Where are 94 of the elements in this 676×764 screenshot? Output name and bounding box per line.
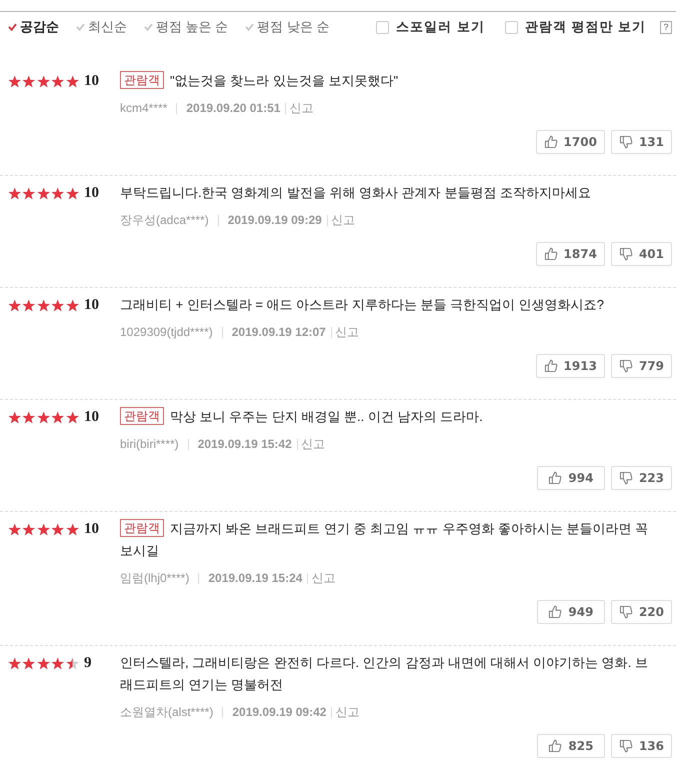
author-name: 임럼(lhj0****) — [120, 570, 190, 586]
author-name: kcm4**** — [120, 101, 168, 115]
star-icon — [51, 74, 65, 88]
star-icon — [22, 298, 36, 312]
score: 10 — [84, 520, 99, 538]
star-icon — [36, 522, 50, 536]
dislike-button[interactable]: 220 — [610, 600, 672, 624]
star-icon — [22, 410, 36, 424]
review-text: 인터스텔라, 그래비티랑은 완전히 다르다. 인간의 감정과 내면에 대해서 이야기하는 영화. 브래드피트의 연기는 명불허전 — [120, 654, 649, 694]
help-button[interactable]: ? — [660, 20, 672, 34]
star-icon — [8, 522, 22, 536]
review-text: 관람객 지금까지 봐온 브래드피트 연기 중 최고임 ㅠㅠ 우주영화 좋아하시는 분들이라면 꼭 보시길 — [120, 518, 650, 560]
check-icon — [245, 23, 254, 31]
star-icon — [22, 656, 36, 670]
review-date: 2019.09.20 01:51 — [186, 101, 280, 115]
sort-option[interactable]: 평점 높은 순 — [144, 18, 228, 36]
author-name: 소원열차(alst****) — [120, 704, 214, 720]
star-icon — [66, 186, 79, 200]
thumbs-down-icon — [618, 247, 633, 261]
score: 9 — [84, 654, 92, 672]
check-icon — [144, 23, 153, 31]
thumbs-down-icon — [618, 739, 633, 753]
star-icon — [22, 522, 36, 536]
review-date: 2019.09.19 15:24 — [208, 571, 302, 585]
star-icon — [51, 522, 65, 536]
review-text: 부탁드립니다.한국 영화계의 발전을 위해 영화사 관계자 분들평점 조작하지마세요 — [120, 184, 591, 202]
check-icon — [8, 23, 17, 31]
star-icon — [66, 656, 79, 670]
checkbox[interactable] — [376, 20, 390, 34]
score: 10 — [84, 72, 99, 90]
star-icon — [36, 410, 50, 424]
dislike-button[interactable]: 223 — [610, 466, 672, 490]
review-date: 2019.09.19 12:07 — [232, 325, 326, 339]
score: 10 — [84, 184, 99, 202]
like-button[interactable]: 1874 — [536, 242, 605, 266]
star-icon — [66, 74, 79, 88]
star-icon — [36, 186, 50, 200]
author-name: biri(biri****) — [120, 437, 179, 451]
thumbs-up-icon — [544, 359, 558, 373]
thumbs-up-icon — [548, 739, 562, 753]
author-name: 1029309(tjdd****) — [120, 325, 213, 339]
author-name: 장우성(adca****) — [120, 212, 209, 228]
star-icon — [66, 298, 79, 312]
thumbs-up-icon — [544, 135, 558, 149]
star-icon — [51, 410, 65, 424]
star-icon — [22, 186, 36, 200]
review-text: 관람객 막상 보니 우주는 단지 배경일 뿐.. 이건 남자의 드라마. — [120, 406, 483, 428]
score: 10 — [84, 296, 99, 314]
star-icon — [51, 656, 65, 670]
check-icon — [76, 23, 85, 31]
thumbs-down-icon — [618, 605, 633, 619]
star-icon — [8, 656, 22, 670]
star-icon — [8, 410, 22, 424]
checkbox[interactable] — [504, 20, 518, 34]
filter-label[interactable]: 스포일러 보기 — [396, 18, 485, 36]
review-text: 그래비티 + 인터스텔라 = 애드 아스트라 지루하다는 분들 극한직업이 인생영화시죠? — [120, 296, 604, 314]
review-text: 관람객 "없는것을 찾느라 있는것을 보지못했다" — [120, 70, 398, 92]
audience-badge: 관람객 — [120, 407, 164, 425]
star-icon — [66, 410, 79, 424]
star-icon — [36, 656, 50, 670]
thumbs-down-icon — [618, 359, 633, 373]
star-icon — [51, 298, 65, 312]
review-date: 2019.09.19 15:42 — [198, 437, 292, 451]
thumbs-down-icon — [618, 135, 633, 149]
star-icon — [8, 74, 22, 88]
star-icon — [66, 522, 79, 536]
review-date: 2019.09.19 09:42 — [232, 705, 326, 719]
thumbs-up-icon — [548, 605, 562, 619]
sort-option[interactable]: 최신순 — [76, 18, 127, 36]
like-button[interactable]: 1913 — [536, 354, 605, 378]
star-icon — [8, 186, 22, 200]
star-icon — [51, 186, 65, 200]
like-button[interactable]: 994 — [536, 466, 605, 490]
like-button[interactable]: 825 — [536, 734, 605, 758]
sort-option[interactable]: 공감순 — [8, 18, 59, 36]
filter-label[interactable]: 관람객 평점만 보기 — [524, 18, 646, 36]
score: 10 — [84, 408, 99, 426]
dislike-button[interactable]: 401 — [610, 242, 672, 266]
star-icon — [36, 74, 50, 88]
like-button[interactable]: 949 — [536, 600, 605, 624]
review-date: 2019.09.19 09:29 — [228, 213, 322, 227]
thumbs-up-icon — [544, 247, 558, 261]
star-icon — [36, 298, 50, 312]
audience-badge: 관람객 — [120, 519, 164, 537]
dislike-button[interactable]: 779 — [610, 354, 672, 378]
thumbs-down-icon — [618, 471, 633, 485]
audience-badge: 관람객 — [120, 71, 164, 89]
like-button[interactable]: 1700 — [536, 130, 605, 154]
sort-option[interactable]: 평점 낮은 순 — [245, 18, 330, 36]
dislike-button[interactable]: 131 — [610, 130, 672, 154]
star-icon — [8, 298, 22, 312]
dislike-button[interactable]: 136 — [610, 734, 672, 758]
star-icon — [22, 74, 36, 88]
thumbs-up-icon — [548, 471, 562, 485]
